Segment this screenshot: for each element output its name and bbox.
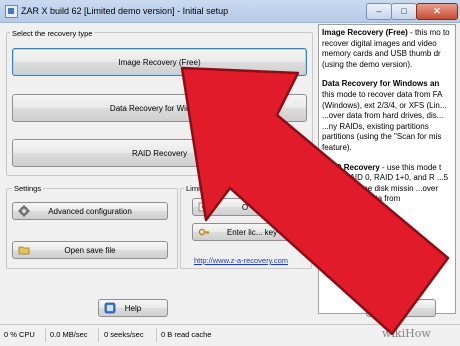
status-divider: [45, 328, 46, 342]
folder-icon: [18, 244, 30, 256]
raid-recovery-button[interactable]: RAID Recovery: [12, 139, 307, 167]
raid-recovery-label: RAID Recovery: [131, 148, 188, 158]
gear-icon: [18, 205, 30, 217]
exit-label: Exit: [394, 303, 408, 313]
window-title: ZAR X build 62 [Limited demo version] - …: [21, 6, 229, 16]
data-recovery-windows-button[interactable]: Data Recovery for Windows: [12, 94, 307, 122]
status-seeks: 0 seeks/sec: [104, 330, 144, 339]
website-link[interactable]: http://www.z-a-recovery.com: [194, 256, 288, 265]
open-save-file-label: Open save file: [64, 245, 116, 255]
data-recovery-label: Data Recovery for Windows: [109, 103, 210, 113]
title-bar: ZAR X build 62 [Limited demo version] - …: [0, 0, 460, 23]
app-window: ZAR X build 62 [Limited demo version] - …: [0, 0, 460, 346]
description-raid-title: RAID Recovery: [322, 162, 380, 172]
order-button[interactable]: O: [192, 198, 298, 216]
description-panel: Image Recovery (Free) - this mo to recov…: [318, 24, 456, 314]
key-icon: [198, 226, 210, 238]
maximize-button[interactable]: □: [391, 3, 417, 20]
description-data-body: this mode to recover data from FA (Windo…: [322, 89, 447, 152]
limited-demo-label: Limited dem: [184, 184, 229, 193]
description-raid-recovery: RAID Recovery - use this mode t ...ken R…: [322, 163, 452, 205]
status-cpu: 0 % CPU: [4, 330, 35, 339]
help-label: Help: [124, 303, 142, 313]
status-read-cache: 0 B read cache: [161, 330, 212, 339]
settings-label: Settings: [12, 184, 44, 193]
open-save-file-button[interactable]: Open save file: [12, 241, 168, 259]
image-recovery-button[interactable]: Image Recovery (Free): [12, 48, 307, 76]
help-button[interactable]: Help: [98, 299, 168, 317]
advanced-configuration-label: Advanced configuration: [48, 206, 132, 216]
cart-icon: [198, 201, 210, 213]
exit-button[interactable]: Exit: [366, 299, 436, 317]
description-data-recovery: Data Recovery for Windows an this mode t…: [322, 79, 452, 153]
recovery-type-label: Select the recovery type: [10, 29, 95, 38]
close-button[interactable]: ✕: [416, 3, 458, 20]
enter-license-key-button[interactable]: Enter lic... key: [192, 223, 298, 241]
image-recovery-label: Image Recovery (Free): [118, 57, 201, 67]
description-image-recovery: Image Recovery (Free) - this mo to recov…: [322, 28, 452, 70]
status-divider: [156, 328, 157, 342]
minimize-button[interactable]: –: [366, 3, 392, 20]
status-divider: [98, 328, 99, 342]
exit-icon: [372, 302, 384, 314]
advanced-configuration-button[interactable]: Advanced configuration: [12, 202, 168, 220]
app-icon: [5, 5, 18, 18]
status-read-speed: 0.0 MB/sec: [50, 330, 88, 339]
description-image-title: Image Recovery (Free): [322, 28, 408, 37]
watermark: wikiHow: [382, 327, 431, 340]
order-label: O: [241, 202, 249, 212]
description-data-title: Data Recovery for Windows an: [322, 79, 440, 89]
help-icon: [104, 302, 116, 314]
enter-license-key-label: Enter lic... key: [226, 227, 278, 237]
